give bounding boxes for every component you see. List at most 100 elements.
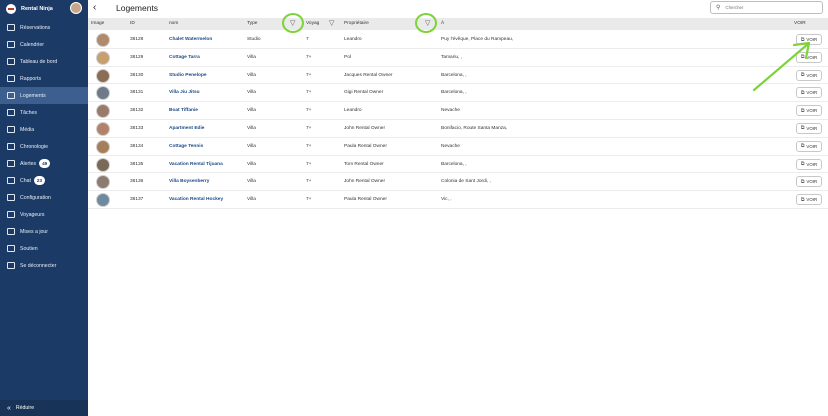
back-arrow-icon[interactable]: ‹ [93,2,96,13]
topbar: ‹ Logements ⚲ [88,0,828,16]
cell-type: Villa [247,108,256,114]
voir-label: VOIR [806,125,818,131]
table-row[interactable]: 38135 Vacation Rental Tijuana Villa 7+ Tom R… [88,156,828,174]
sidebar-item-3[interactable]: Rapports [0,70,88,87]
column-header-voyag[interactable]: Voyag [306,21,319,26]
table-row[interactable]: 38134 Cottage Tennis Villa 7+ Paula Rental O… [88,138,828,156]
cell-id: 38128 [130,37,144,42]
voir-button[interactable]: ⧉ VOIR [796,158,822,170]
voir-button[interactable]: ⧉ VOIR [796,122,822,134]
property-thumbnail [96,50,110,65]
sidebar-item-label: Réservations [20,24,51,31]
voir-button[interactable]: ⧉ VOIR [796,140,822,152]
voir-button[interactable]: ⧉ VOIR [796,105,822,117]
cell-owner: Paula Rental Owner [344,143,387,149]
cell-a: Nevache [441,108,460,114]
sidebar-item-label: Voyageurs [20,211,45,218]
sidebar-item-label: Alertes [20,160,37,167]
column-header-nom[interactable]: nom [169,21,178,26]
cell-owner: Pol [344,54,351,60]
sidebar-item-label: Chat [20,177,31,184]
cell-nom[interactable]: Villa Boysenberry [169,179,209,184]
sidebar-item-label: Chronologie [20,143,48,150]
cell-a: Vic, , [441,197,452,203]
sidebar-item-8[interactable]: Alertes 49 [0,155,88,172]
cell-nom[interactable]: Boat Tiffanie [169,108,198,113]
cell-a: Barcelona, , [441,161,467,167]
sidebar-item-14[interactable]: Se déconnecter [0,257,88,274]
cell-nom[interactable]: Villa Jiu Jitsu [169,90,200,95]
cell-nom[interactable]: Vacation Rental Hockey [169,197,223,202]
highlight-circle-type-filter [282,13,304,33]
collapse-sidebar-button[interactable]: « Réduire [0,400,88,416]
voir-button[interactable]: ⧉ VOIR [796,194,822,206]
sidebar-item-11[interactable]: Voyageurs [0,206,88,223]
sidebar-item-10[interactable]: Configuration [0,189,88,206]
sidebar-item-label: Logements [20,92,46,99]
voyag-filter-icon[interactable]: ▽ [329,19,334,29]
sidebar-item-13[interactable]: Soutien [0,240,88,257]
cell-nom[interactable]: Apartment Edie [169,126,204,131]
cell-id: 38136 [130,179,144,185]
sidebar-item-1[interactable]: Calendrier [0,36,88,53]
table-row[interactable]: 38130 Studio Penelope Villa 7+ Jacques Renta… [88,67,828,85]
column-header-proprietaire[interactable]: Propriétaire [344,21,369,26]
sidebar-item-12[interactable]: Mises a jour [0,223,88,240]
sidebar-item-5[interactable]: Tâches [0,104,88,121]
table-row[interactable]: 38137 Vacation Rental Hockey Villa 7+ Paula … [88,191,828,209]
cell-voyag: 7 [306,37,309,42]
sidebar-item-label: Tableau de bord [20,58,58,65]
sidebar-item-label: Tâches [20,109,38,116]
cell-a: Tamariu, , [441,54,463,60]
column-header-a[interactable]: À [441,21,444,26]
cell-type: Villa [247,197,256,203]
cell-owner: Jacques Rental Owner [344,72,393,78]
highlight-circle-owner-filter [415,13,437,33]
table-row[interactable]: 38131 Villa Jiu Jitsu Villa 7+ Gigi Rental O… [88,84,828,103]
column-header-image: Image [91,21,105,26]
sidebar-item-6[interactable]: Média [0,121,88,138]
bar-chart-icon [7,75,15,82]
cell-nom[interactable]: Chalet Watermelon [169,37,212,42]
property-thumbnail [96,121,110,136]
brand[interactable]: Rental Ninja [0,0,88,17]
cell-owner: John Rental Owner [344,125,386,131]
cell-type: Villa [247,125,256,131]
cell-nom[interactable]: Studio Penelope [169,73,207,78]
sidebar-item-4[interactable]: Logements [0,87,88,104]
avatar[interactable] [70,2,82,14]
sidebar-item-2[interactable]: Tableau de bord [0,53,88,70]
sidebar-item-label: Se déconnecter [20,262,57,269]
cell-type: Villa [247,54,256,60]
cell-nom[interactable]: Cottage Tarra [169,55,200,60]
sidebar-item-0[interactable]: Réservations [0,19,88,36]
voir-button[interactable]: ⧉ VOIR [796,176,822,188]
cell-voyag: 7+ [306,72,312,78]
search-input[interactable] [725,5,806,10]
rental-ninja-logo-icon [6,3,16,14]
column-header-id[interactable]: ID [130,21,135,26]
table-row[interactable]: 38136 Villa Boysenberry Villa 7+ John Rental… [88,173,828,192]
external-link-icon: ⧉ [800,143,805,150]
table-row[interactable]: 38132 Boat Tiffanie Villa 7+ Leandro Nevache ⧉… [88,102,828,120]
column-header-type[interactable]: Type [247,21,257,26]
cell-owner: John Rental Owner [344,179,386,185]
table-row[interactable]: 38128 Chalet Watermelon Studio 7 Leandro Puy … [88,31,828,49]
external-link-icon: ⧉ [800,107,805,114]
voir-label: VOIR [806,108,818,114]
double-chevron-left-icon: « [7,404,11,412]
property-thumbnail [96,139,110,154]
table-row[interactable]: 38133 Apartment Edie Villa 7+ John Rental Ow… [88,120,828,138]
cell-nom[interactable]: Cottage Tennis [169,144,203,149]
cell-id: 38129 [130,54,144,60]
cell-nom[interactable]: Vacation Rental Tijuana [169,162,223,167]
sidebar-nav: Réservations Calendrier Tableau de bord Rap… [0,19,88,274]
cell-owner: Paula Rental Owner [344,197,387,203]
cell-type: Villa [247,143,256,149]
table-row[interactable]: 38129 Cottage Tarra Villa 7+ Pol Tamariu, , ⧉ V… [88,49,828,67]
search-box[interactable]: ⚲ [710,1,823,14]
sidebar-item-7[interactable]: Chronologie [0,138,88,155]
sidebar-item-9[interactable]: Chat 23 [0,172,88,189]
property-thumbnail [96,86,110,101]
property-thumbnail [96,104,110,119]
